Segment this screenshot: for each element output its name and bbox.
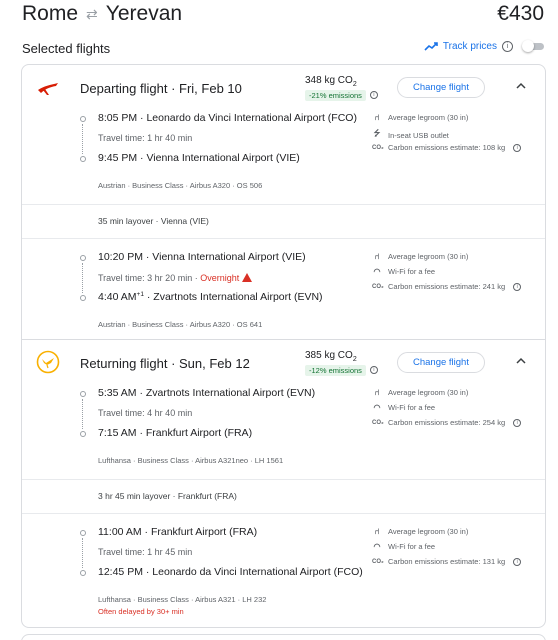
returning-co2: 385 kg CO2 -12% emissions i [305, 350, 378, 376]
next-day-indicator: +1 [136, 291, 144, 298]
info-icon[interactable]: i [369, 91, 378, 100]
track-prices[interactable]: Track prices i [424, 40, 546, 52]
info-icon[interactable]: i [502, 40, 513, 52]
austrian-logo [38, 83, 58, 95]
co2-icon: CO₂ [372, 283, 384, 290]
wifi-icon: ◠ [373, 542, 381, 551]
divider [22, 238, 545, 239]
info-icon[interactable]: i [513, 418, 522, 427]
info-icon[interactable]: i [369, 366, 378, 375]
overnight-warning: Overnight [200, 273, 240, 283]
layover-info: 3 hr 45 min layover · Frankfurt (FRA) [98, 491, 237, 501]
track-prices-label[interactable]: Track prices [443, 41, 497, 52]
chevron-up-icon[interactable] [515, 356, 527, 368]
wifi-icon: ◠ [373, 267, 381, 276]
amenity-wifi: ◠ Wi-Fi for a fee [373, 267, 436, 276]
departure-row: 5:35 AM · Zvartnots International Airpor… [98, 387, 316, 399]
emissions-badge: -21% emissions [305, 90, 366, 101]
lufthansa-logo [36, 350, 60, 374]
returning-title: Returning flight · Sun, Feb 12 [80, 356, 250, 371]
flight-meta: Austrian · Business Class · Airbus A320 … [98, 320, 263, 329]
emissions-badge: -12% emissions [305, 365, 366, 376]
swap-icon: ⇄ [86, 5, 98, 22]
legroom-icon: ⑁ [374, 527, 380, 536]
flight-meta: Lufthansa · Business Class · Airbus A321… [98, 595, 267, 604]
warning-icon [242, 273, 253, 282]
arrival-row: 9:45 PM · Vienna International Airport (… [98, 152, 300, 164]
legroom-icon: ⑁ [374, 388, 380, 397]
track-prices-toggle[interactable] [522, 40, 546, 52]
arrival-row: 12:45 PM · Leonardo da Vinci Internation… [98, 566, 363, 578]
departure-row: 10:20 PM · Vienna International Airport … [98, 251, 306, 263]
co2-icon: CO₂ [372, 558, 384, 565]
departing-header[interactable]: Departing flight · Fri, Feb 10 348 kg CO… [22, 65, 545, 111]
co2-icon: CO₂ [372, 144, 384, 151]
travel-time: Travel time: 4 hr 40 min [98, 408, 193, 418]
origin-city: Rome [22, 2, 79, 25]
next-card [21, 634, 546, 640]
route-title: Rome ⇄ Yerevan [22, 2, 182, 26]
travel-time: Travel time: 3 hr 20 min · Overnight [98, 272, 253, 283]
flight-meta: Austrian · Business Class · Airbus A320 … [98, 181, 263, 190]
change-flight-button[interactable]: Change flight [397, 352, 485, 373]
legroom-icon: ⑁ [374, 252, 380, 261]
amenity-wifi: ◠ Wi-Fi for a fee [373, 542, 436, 551]
arrival-row: 4:40 AM+1 · Zvartnots International Airp… [98, 291, 323, 303]
delay-warning: Often delayed by 30+ min [98, 607, 184, 616]
chevron-up-icon[interactable] [515, 81, 527, 93]
legroom-icon: ⑁ [374, 113, 380, 122]
change-flight-button[interactable]: Change flight [397, 77, 485, 98]
departing-co2: 348 kg CO2 -21% emissions i [305, 75, 378, 101]
info-icon[interactable]: i [513, 282, 522, 291]
total-price: €430 [497, 2, 544, 25]
divider [22, 204, 545, 205]
usb-icon: ⭍ [373, 129, 381, 138]
destination-city: Yerevan [105, 2, 183, 25]
selected-flights-heading: Selected flights [22, 41, 111, 56]
amenity-legroom: ⑁ Average legroom (30 in) [372, 388, 469, 397]
amenity-legroom: ⑁ Average legroom (30 in) [372, 113, 469, 122]
departing-title: Departing flight · Fri, Feb 10 [80, 81, 242, 96]
co2-icon: CO₂ [372, 419, 384, 426]
amenity-usb: ⭍ In-seat USB outlet [372, 128, 449, 142]
wifi-icon: ◠ [373, 403, 381, 412]
travel-time: Travel time: 1 hr 45 min [98, 547, 193, 557]
amenity-legroom: ⑁ Average legroom (30 in) [372, 527, 469, 536]
returning-header[interactable]: Returning flight · Sun, Feb 12 385 kg CO… [22, 340, 545, 386]
amenity-co2: CO₂ Carbon emissions estimate: 254 kg i [372, 418, 522, 427]
amenity-wifi: ◠ Wi-Fi for a fee [373, 403, 436, 412]
layover-info: 35 min layover · Vienna (VIE) [98, 216, 209, 226]
departure-row: 11:00 AM · Frankfurt Airport (FRA) [98, 526, 258, 538]
arrival-row: 7:15 AM · Frankfurt Airport (FRA) [98, 427, 253, 439]
amenity-co2: CO₂ Carbon emissions estimate: 131 kg i [372, 557, 522, 566]
divider [22, 513, 545, 514]
flight-meta: Lufthansa · Business Class · Airbus A321… [98, 456, 284, 465]
selected-flights-card: Departing flight · Fri, Feb 10 348 kg CO… [21, 64, 546, 628]
info-icon[interactable]: i [513, 557, 522, 566]
info-icon[interactable]: i [513, 143, 522, 152]
trend-icon [424, 41, 438, 51]
amenity-legroom: ⑁ Average legroom (30 in) [372, 252, 469, 261]
trip-header: Rome ⇄ Yerevan €430 [0, 0, 558, 30]
divider [22, 479, 545, 480]
departure-row: 8:05 PM · Leonardo da Vinci Internationa… [98, 112, 357, 124]
travel-time: Travel time: 1 hr 40 min [98, 133, 193, 143]
amenity-co2: CO₂ Carbon emissions estimate: 241 kg i [372, 282, 522, 291]
amenity-co2: CO₂ Carbon emissions estimate: 108 kg i [372, 143, 522, 152]
